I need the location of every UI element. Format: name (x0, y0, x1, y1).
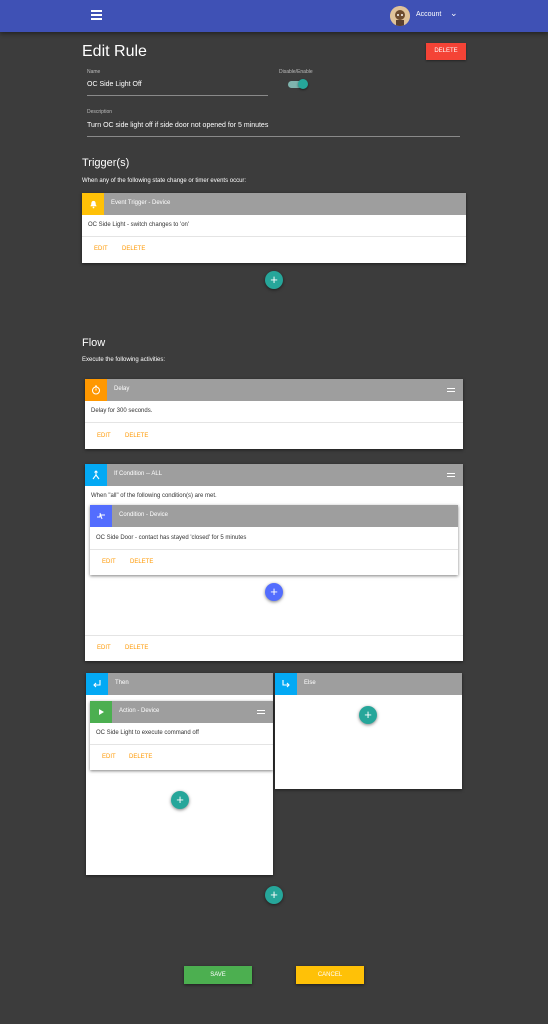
name-field[interactable]: OC Side Light Off (87, 81, 142, 88)
delete-trigger-link[interactable]: DELETE (122, 246, 145, 252)
card-title: Action - Device (119, 708, 160, 714)
add-else-action-button[interactable]: + (359, 706, 377, 724)
else-card: Else + (275, 673, 462, 789)
card-body: OC Side Door - contact has stayed 'close… (96, 535, 247, 541)
card-title: Else (304, 680, 316, 686)
delete-action-link[interactable]: DELETE (129, 754, 152, 760)
save-button[interactable]: SAVE (184, 966, 252, 984)
add-flow-step-button[interactable]: + (265, 886, 283, 904)
edit-if-condition-link[interactable]: EDIT (97, 645, 111, 651)
name-field-label: Name (87, 69, 101, 75)
card-body: OC Side Light - switch changes to 'on' (88, 222, 190, 228)
page-title: Edit Rule (82, 43, 147, 60)
card-title: If Condition -- ALL (114, 471, 163, 477)
add-trigger-button[interactable]: + (265, 271, 283, 289)
timer-icon (85, 379, 107, 401)
flow-heading: Flow (82, 337, 106, 349)
edit-condition-link[interactable]: EDIT (102, 559, 116, 565)
drag-handle-icon[interactable] (447, 473, 455, 477)
card-title: Then (115, 680, 129, 686)
flow-subtext: Execute the following activities: (82, 357, 166, 363)
card-body: Delay for 300 seconds. (91, 408, 153, 414)
merge-icon (85, 464, 107, 486)
divider (90, 744, 273, 745)
top-app-bar (0, 0, 548, 32)
account-label[interactable]: Account (416, 11, 441, 18)
enable-toggle[interactable] (298, 79, 308, 89)
then-card: Then Action - Device OC Side Light to ex… (86, 673, 273, 875)
condition-device-card: Condition - Device OC Side Door - contac… (90, 505, 458, 575)
triggers-heading: Trigger(s) (82, 157, 130, 169)
description-field-underline (87, 136, 460, 137)
if-condition-card: If Condition -- ALL When "all" of the fo… (85, 464, 463, 661)
delete-delay-link[interactable]: DELETE (125, 433, 148, 439)
divider (85, 422, 463, 423)
card-body: When "all" of the following condition(s)… (91, 493, 217, 499)
card-title: Delay (114, 386, 130, 392)
card-header (90, 701, 273, 723)
delay-card: Delay Delay for 300 seconds. EDIT DELETE (85, 379, 463, 449)
compare-icon (90, 505, 112, 527)
add-action-button[interactable]: + (171, 791, 189, 809)
avatar[interactable] (390, 6, 410, 26)
delete-rule-button[interactable]: DELETE (426, 43, 466, 60)
description-field-label: Description (87, 109, 113, 115)
divider (82, 236, 466, 237)
action-device-card: Action - Device OC Side Light to execute… (90, 701, 273, 770)
subdirectory-icon (275, 673, 297, 695)
drag-handle-icon[interactable] (257, 710, 265, 714)
toggle-label: Disable/Enable (279, 69, 313, 75)
cancel-button[interactable]: CANCEL (296, 966, 364, 984)
description-field[interactable]: Turn OC side light off if side door not … (87, 122, 268, 129)
card-body: OC Side Light to execute command off (96, 730, 199, 736)
add-condition-button[interactable]: + (265, 583, 283, 601)
triggers-subtext: When any of the following state change o… (82, 178, 247, 184)
divider (85, 635, 463, 636)
card-header (85, 379, 463, 401)
edit-trigger-link[interactable]: EDIT (94, 246, 108, 252)
drag-handle-icon[interactable] (447, 388, 455, 392)
chevron-down-icon[interactable]: ⌄ (450, 8, 458, 19)
card-title: Condition - Device (119, 512, 169, 518)
event-trigger-card: Event Trigger - Device OC Side Light - s… (82, 193, 466, 263)
delete-condition-link[interactable]: DELETE (130, 559, 153, 565)
edit-action-link[interactable]: EDIT (102, 754, 116, 760)
divider (90, 549, 458, 550)
name-field-underline (87, 95, 268, 96)
bell-icon (82, 193, 104, 215)
menu-icon[interactable] (91, 10, 102, 20)
return-icon (86, 673, 108, 695)
delete-if-condition-link[interactable]: DELETE (125, 645, 148, 651)
edit-delay-link[interactable]: EDIT (97, 433, 111, 439)
play-icon (90, 701, 112, 723)
card-title: Event Trigger - Device (111, 200, 171, 206)
